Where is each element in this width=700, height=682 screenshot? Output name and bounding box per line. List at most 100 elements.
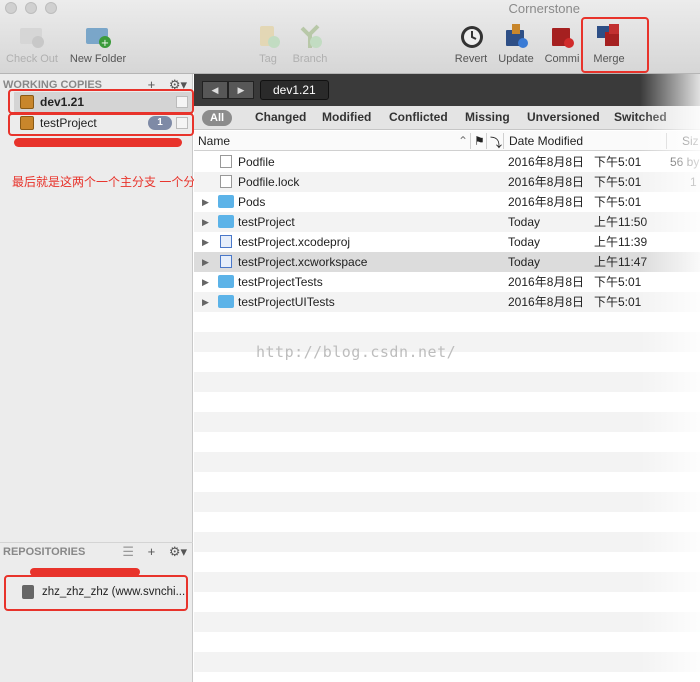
disclosure-triangle-icon[interactable]: ▶ xyxy=(202,192,209,212)
new-folder-label: New Folder xyxy=(69,53,127,65)
table-row[interactable]: Podfile.lock 2016年8月8日 下午5:01 1 xyxy=(194,172,700,192)
empty-row xyxy=(194,532,700,552)
disclosure-triangle-icon[interactable]: ▶ xyxy=(202,212,209,232)
file-date: Today xyxy=(508,235,541,249)
empty-row xyxy=(194,652,700,672)
column-separator xyxy=(503,133,504,149)
check-out-button[interactable]: Check Out xyxy=(2,22,62,65)
table-row[interactable]: ▶ Pods 2016年8月8日 下午5:01 xyxy=(194,192,700,212)
empty-row xyxy=(194,452,700,472)
file-date: 2016年8月8日 xyxy=(508,275,585,289)
repository-gear-button[interactable]: ⚙▾ xyxy=(169,544,187,559)
new-folder-button[interactable]: + New Folder xyxy=(68,22,128,65)
commit-icon xyxy=(552,28,574,48)
branch-button[interactable]: Branch xyxy=(280,22,340,65)
file-date: Today xyxy=(508,255,541,269)
file-date: 2016年8月8日 xyxy=(508,175,585,189)
status-arrow-icon[interactable]: ⤵ xyxy=(490,134,502,151)
repositories-title: REPOSITORIES xyxy=(3,546,86,558)
empty-row xyxy=(194,612,700,632)
branch-icon xyxy=(300,24,322,48)
disclosure-triangle-icon[interactable]: ▶ xyxy=(202,292,209,312)
path-bar: ◀ ▶ dev1.21 xyxy=(194,74,700,106)
check-out-icon xyxy=(20,28,44,48)
file-date: 2016年8月8日 xyxy=(508,295,585,309)
table-row[interactable]: ▶ testProject.xcworkspace Today 上午11:47 xyxy=(194,252,700,272)
file-name: Pods xyxy=(238,195,266,209)
file-date: 2016年8月8日 xyxy=(508,195,585,209)
watermark: http://blog.csdn.net/ xyxy=(256,343,457,361)
table-row[interactable]: ▶ testProject Today 上午11:50 xyxy=(194,212,700,232)
column-header: Name ⌃ ⚑ ⤵ Date Modified Siz xyxy=(194,131,700,151)
document-icon xyxy=(220,175,232,188)
tag-label: Tag xyxy=(259,53,277,65)
file-time: 上午11:50 xyxy=(594,215,648,229)
back-button[interactable]: ◀ xyxy=(202,81,228,99)
column-name[interactable]: Name xyxy=(198,134,230,148)
disclosure-triangle-icon[interactable]: ▶ xyxy=(202,232,209,252)
file-time: 下午5:01 xyxy=(594,275,642,289)
filter-conflicted[interactable]: Conflicted xyxy=(389,110,448,124)
empty-row xyxy=(194,492,700,512)
folder-icon xyxy=(218,295,234,308)
filter-modified[interactable]: Modified xyxy=(322,110,371,124)
filter-unversioned[interactable]: Unversioned xyxy=(527,110,600,124)
folder-icon xyxy=(218,275,234,288)
empty-row xyxy=(194,632,700,652)
empty-row xyxy=(194,392,700,412)
xcode-project-icon xyxy=(220,235,232,248)
file-name: testProjectUITests xyxy=(238,295,335,309)
empty-row xyxy=(194,312,700,332)
file-name: Podfile xyxy=(238,155,275,169)
update-icon xyxy=(506,24,528,48)
column-size[interactable]: Siz xyxy=(682,134,699,148)
file-time: 下午5:01 xyxy=(594,175,642,189)
revert-label: Revert xyxy=(454,53,488,65)
filter-changed[interactable]: Changed xyxy=(255,110,306,124)
file-date: Today xyxy=(508,215,541,229)
file-name: testProject.xcworkspace xyxy=(238,255,368,269)
filter-switched[interactable]: Switched xyxy=(614,110,667,124)
file-time: 上午11:47 xyxy=(594,255,648,269)
revert-icon xyxy=(461,26,483,48)
disclosure-triangle-icon[interactable]: ▶ xyxy=(202,252,209,272)
forward-button[interactable]: ▶ xyxy=(228,81,254,99)
table-row[interactable]: Podfile 2016年8月8日 下午5:01 56 by xyxy=(194,152,700,172)
file-time: 下午5:01 xyxy=(594,155,642,169)
empty-row xyxy=(194,572,700,592)
filter-all[interactable]: All xyxy=(202,110,233,126)
update-label: Update xyxy=(498,53,534,65)
file-size: 1 xyxy=(690,175,697,189)
add-repository-button[interactable]: + xyxy=(148,544,156,559)
empty-row xyxy=(194,412,700,432)
table-row[interactable]: ▶ testProjectTests 2016年8月8日 下午5:01 xyxy=(194,272,700,292)
table-row[interactable]: ▶ testProjectUITests 2016年8月8日 下午5:01 xyxy=(194,292,700,312)
empty-row xyxy=(194,592,700,612)
empty-row xyxy=(194,472,700,492)
file-list: Podfile 2016年8月8日 下午5:01 56 by Podfile.l… xyxy=(194,152,700,682)
file-name: testProject.xcodeproj xyxy=(238,235,351,249)
empty-row xyxy=(194,552,700,572)
xcode-workspace-icon xyxy=(220,255,232,268)
window-title: Cornerstone xyxy=(508,1,580,16)
testproject-highlight-box xyxy=(8,113,194,136)
filter-missing[interactable]: Missing xyxy=(465,110,510,124)
file-name: Podfile.lock xyxy=(238,175,300,189)
tag-icon xyxy=(260,26,280,48)
repository-list-button[interactable]: ☰ xyxy=(122,544,134,559)
breadcrumb[interactable]: dev1.21 xyxy=(260,80,329,100)
flag-icon[interactable]: ⚑ xyxy=(474,134,485,148)
sort-icon[interactable]: ⌃ xyxy=(458,134,468,148)
dev-highlight-box xyxy=(8,89,194,114)
disclosure-triangle-icon[interactable]: ▶ xyxy=(202,272,209,292)
column-date-modified[interactable]: Date Modified xyxy=(509,134,583,148)
empty-row xyxy=(194,372,700,392)
merge-highlight-box xyxy=(581,17,649,73)
svg-text:+: + xyxy=(101,38,109,49)
document-icon xyxy=(220,155,232,168)
empty-row xyxy=(194,512,700,532)
table-row[interactable]: ▶ testProject.xcodeproj Today 上午11:39 xyxy=(194,232,700,252)
file-time: 上午11:39 xyxy=(594,235,648,249)
repository-highlight-box xyxy=(4,575,188,611)
folder-icon xyxy=(218,215,234,228)
